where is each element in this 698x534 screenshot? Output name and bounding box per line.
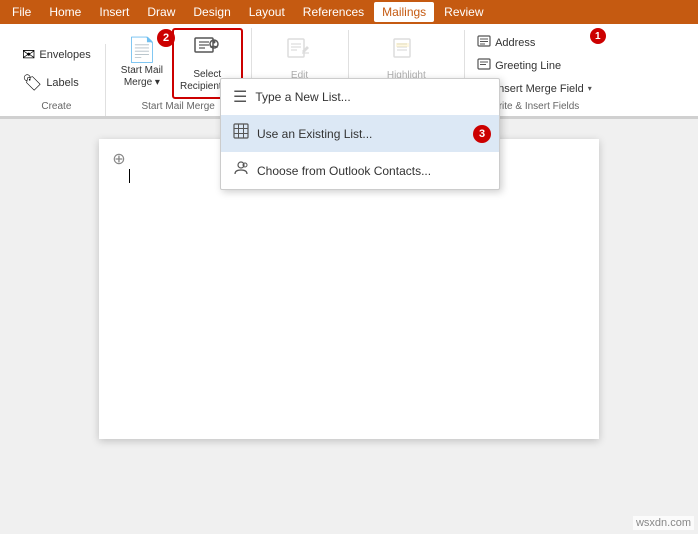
use-existing-list-label: Use an Existing List... [257, 127, 372, 141]
use-existing-list-item[interactable]: Use an Existing List... 3 [221, 115, 499, 152]
mail-merge-icon: 📄 [127, 39, 157, 63]
move-handle[interactable]: ⊕ [109, 149, 129, 169]
greeting-line-button[interactable]: Greeting Line [473, 55, 596, 76]
use-existing-list-icon [233, 123, 249, 144]
type-new-list-item[interactable]: ☰ Type a New List... [221, 79, 499, 115]
choose-outlook-contacts-label: Choose from Outlook Contacts... [257, 164, 431, 178]
group-create: ✉ Envelopes 🏷 Labels Create [8, 44, 106, 116]
insert-merge-arrow: ▾ [588, 84, 592, 93]
menu-bar: File Home Insert Draw Design Layout Refe… [0, 0, 698, 24]
watermark: wsxdn.com [633, 516, 694, 530]
highlight-icon [392, 35, 420, 68]
type-new-list-icon: ☰ [233, 87, 247, 107]
create-group-label: Create [41, 99, 71, 116]
labels-button[interactable]: 🏷 Labels [16, 72, 85, 96]
recipients-icon [193, 34, 221, 67]
menu-mailings[interactable]: Mailings [374, 2, 434, 22]
start-mail-merge-label: Start MailMerge ▾ [121, 65, 163, 89]
menu-draw[interactable]: Draw [139, 2, 183, 22]
text-cursor [129, 169, 130, 183]
address-button[interactable]: Address 1 [473, 32, 596, 53]
menu-review[interactable]: Review [436, 2, 491, 22]
badge-3: 3 [473, 125, 491, 143]
menu-insert[interactable]: Insert [91, 2, 137, 22]
envelope-icon: ✉ [22, 48, 35, 64]
type-new-list-label: Type a New List... [255, 90, 350, 104]
insert-merge-field-label: Insert Merge Field [495, 83, 584, 95]
menu-layout[interactable]: Layout [241, 2, 293, 22]
greeting-line-icon [477, 57, 491, 74]
address-icon [477, 34, 491, 51]
edit-icon [286, 35, 314, 68]
badge-1: 1 [590, 28, 606, 44]
greeting-line-label: Greeting Line [495, 60, 561, 72]
create-buttons: ✉ Envelopes 🏷 Labels [16, 44, 97, 99]
envelopes-button[interactable]: ✉ Envelopes [16, 44, 97, 68]
address-label: Address [495, 37, 535, 49]
start-group-label: Start Mail Merge [141, 99, 214, 116]
wif-group-label: Write & Insert Fields [489, 99, 579, 116]
labels-label: Labels [46, 77, 78, 90]
choose-outlook-icon [233, 160, 249, 181]
select-recipients-dropdown: ☰ Type a New List... Use an Existing Lis… [220, 78, 500, 190]
start-mail-merge-button[interactable]: 📄 Start MailMerge ▾ 2 [114, 34, 170, 94]
menu-home[interactable]: Home [41, 2, 89, 22]
menu-references[interactable]: References [295, 2, 372, 22]
menu-file[interactable]: File [4, 2, 39, 22]
choose-outlook-contacts-item[interactable]: Choose from Outlook Contacts... [221, 152, 499, 189]
envelopes-label: Envelopes [39, 49, 90, 62]
menu-design[interactable]: Design [185, 2, 238, 22]
label-icon: 🏷 [22, 76, 42, 92]
